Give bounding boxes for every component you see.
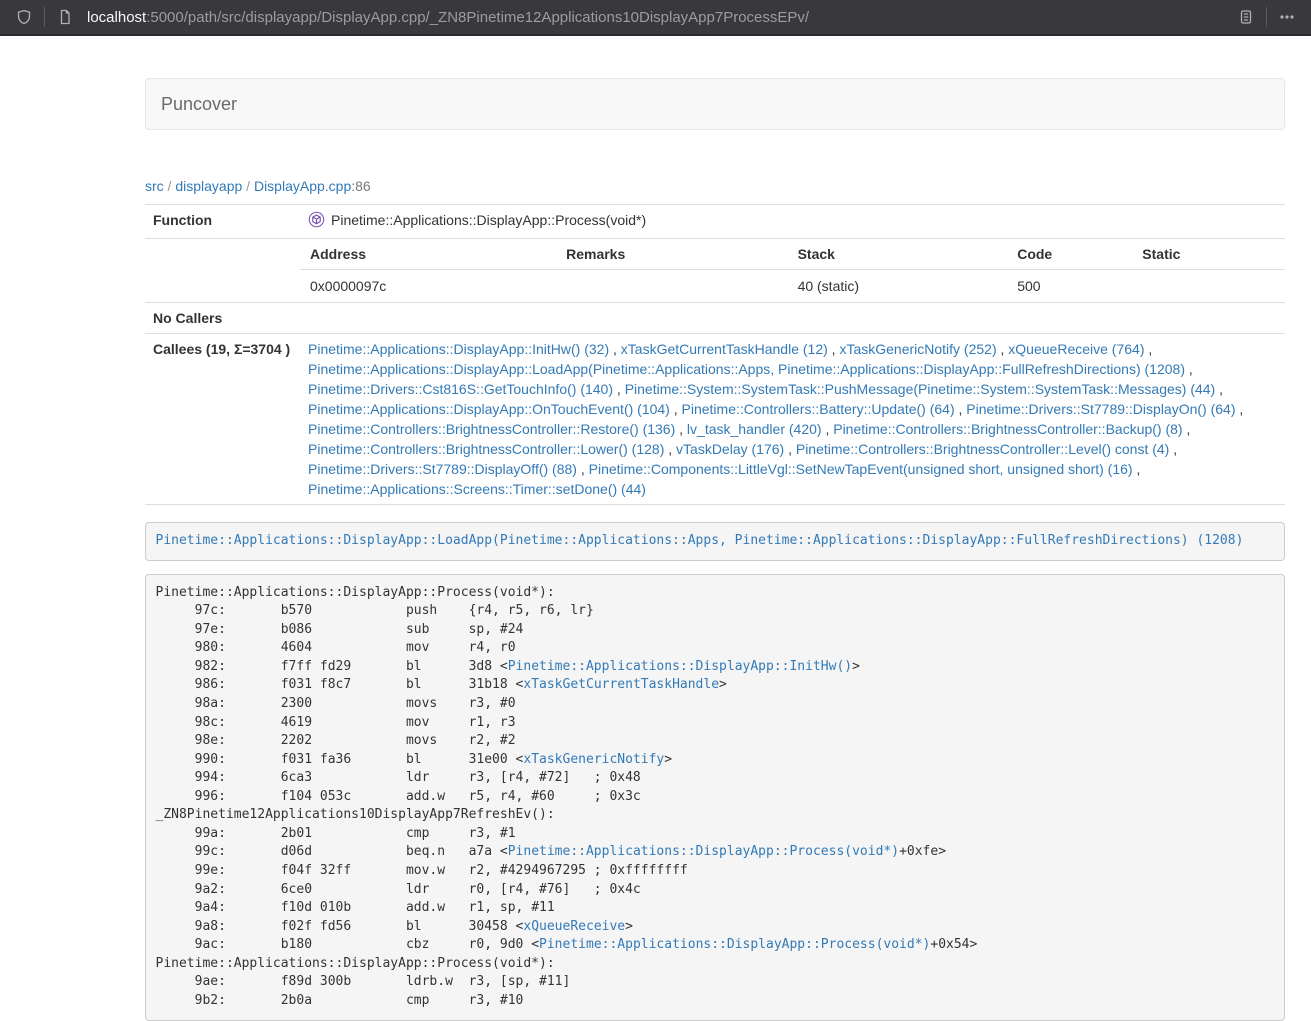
disassembly-symbol-link[interactable]: xQueueReceive (523, 919, 625, 934)
function-label: Function (145, 205, 300, 239)
function-row: Function Pinetime::Applications::Display… (145, 205, 1285, 239)
function-name: Pinetime::Applications::DisplayApp::Proc… (331, 212, 646, 228)
details-header-row: Address Remarks Stack Code Static (300, 239, 1285, 270)
callee-link[interactable]: xQueueReceive (764) (1008, 341, 1144, 357)
breadcrumb-link[interactable]: displayapp (175, 178, 242, 194)
callees-list: Pinetime::Applications::DisplayApp::Init… (300, 334, 1285, 505)
callee-link[interactable]: Pinetime::Controllers::BrightnessControl… (308, 441, 664, 457)
callee-link[interactable]: xTaskGenericNotify (252) (839, 341, 996, 357)
no-callers-row: No Callers (145, 303, 1285, 334)
page-icon[interactable] (51, 3, 79, 31)
browser-toolbar: localhost:5000/path/src/displayapp/Displ… (0, 0, 1311, 36)
callees-row: Callees (19, Σ=3704 ) Pinetime::Applicat… (145, 334, 1285, 505)
callee-link[interactable]: Pinetime::Applications::DisplayApp::OnTo… (308, 401, 670, 417)
toolbar-divider (44, 7, 45, 27)
callee-link[interactable]: lv_task_handler (420) (687, 421, 822, 437)
callee-link[interactable]: Pinetime::Controllers::BrightnessControl… (833, 421, 1182, 437)
breadcrumb-separator: / (164, 178, 176, 194)
reader-mode-icon[interactable] (1232, 3, 1260, 31)
app-header: Puncover (145, 78, 1285, 130)
col-stack: Stack (788, 239, 1008, 270)
overflow-menu-icon[interactable] (1273, 3, 1301, 31)
details-row: Address Remarks Stack Code Static 0x0000… (145, 239, 1285, 303)
remarks-value (556, 270, 787, 303)
breadcrumb-link[interactable]: src (145, 178, 164, 194)
callee-link[interactable]: Pinetime::Drivers::Cst816S::GetTouchInfo… (308, 381, 613, 397)
details-label-empty (145, 239, 300, 303)
shield-icon[interactable] (10, 3, 38, 31)
disassembly-symbol-link[interactable]: Pinetime::Applications::DisplayApp::Init… (508, 659, 852, 674)
code-value: 500 (1007, 270, 1132, 303)
disassembly-symbol-link[interactable]: Pinetime::Applications::DisplayApp::Proc… (539, 937, 930, 952)
callee-link[interactable]: Pinetime::System::SystemTask::PushMessag… (625, 381, 1216, 397)
callee-link[interactable]: Pinetime::Controllers::BrightnessControl… (308, 421, 675, 437)
function-info-table: Function Pinetime::Applications::Display… (145, 204, 1285, 505)
col-static: Static (1132, 239, 1285, 270)
static-value (1132, 270, 1285, 303)
toolbar-divider (1266, 7, 1267, 27)
callee-link[interactable]: Pinetime::Drivers::St7789::DisplayOff() … (308, 461, 577, 477)
col-address: Address (300, 239, 556, 270)
disassembly-symbol-link[interactable]: xTaskGetCurrentTaskHandle (523, 677, 719, 692)
callee-link[interactable]: Pinetime::Applications::DisplayApp::Init… (308, 341, 609, 357)
page-content: Puncover src / displayapp / DisplayApp.c… (145, 36, 1285, 1021)
col-code: Code (1007, 239, 1132, 270)
callee-link[interactable]: Pinetime::Applications::Screens::Timer::… (308, 481, 646, 497)
stack-value: 40 (static) (788, 270, 1008, 303)
highlighted-symbol-block: Pinetime::Applications::DisplayApp::Load… (145, 522, 1285, 561)
table-row: 0x0000097c 40 (static) 500 (300, 270, 1285, 303)
url-bar[interactable]: localhost:5000/path/src/displayapp/Displ… (87, 9, 1232, 26)
url-host: localhost (87, 9, 146, 26)
breadcrumb-separator: / (242, 178, 254, 194)
callee-link[interactable]: Pinetime::Applications::DisplayApp::Load… (308, 361, 1185, 377)
callees-label: Callees (19, Σ=3704 ) (145, 334, 300, 505)
function-details-table: Address Remarks Stack Code Static 0x0000… (300, 239, 1285, 302)
disassembly-symbol-link[interactable]: xTaskGenericNotify (523, 752, 664, 767)
disassembly-block: Pinetime::Applications::DisplayApp::Proc… (145, 574, 1285, 1021)
no-callers-label: No Callers (145, 303, 300, 334)
no-callers-cell (300, 303, 1285, 334)
callee-link[interactable]: xTaskGetCurrentTaskHandle (12) (621, 341, 828, 357)
highlighted-symbol-link[interactable]: Pinetime::Applications::DisplayApp::Load… (156, 533, 1244, 548)
callee-link[interactable]: vTaskDelay (176) (676, 441, 784, 457)
col-remarks: Remarks (556, 239, 787, 270)
disassembly-symbol-link[interactable]: Pinetime::Applications::DisplayApp::Proc… (508, 844, 899, 859)
callee-link[interactable]: Pinetime::Controllers::Battery::Update()… (682, 401, 955, 417)
url-path: :5000/path/src/displayapp/DisplayApp.cpp… (146, 9, 809, 26)
breadcrumb-line-number: :86 (351, 178, 370, 194)
callee-link[interactable]: Pinetime::Components::LittleVgl::SetNewT… (589, 461, 1133, 477)
address-value: 0x0000097c (300, 270, 556, 303)
brand-link[interactable]: Puncover (161, 94, 237, 115)
symbol-cube-icon (308, 211, 325, 233)
breadcrumb: src / displayapp / DisplayApp.cpp:86 (145, 178, 1285, 194)
callee-link[interactable]: Pinetime::Controllers::BrightnessControl… (796, 441, 1169, 457)
function-name-cell: Pinetime::Applications::DisplayApp::Proc… (300, 205, 1285, 239)
callee-link[interactable]: Pinetime::Drivers::St7789::DisplayOn() (… (966, 401, 1235, 417)
breadcrumb-link[interactable]: DisplayApp.cpp (254, 178, 351, 194)
